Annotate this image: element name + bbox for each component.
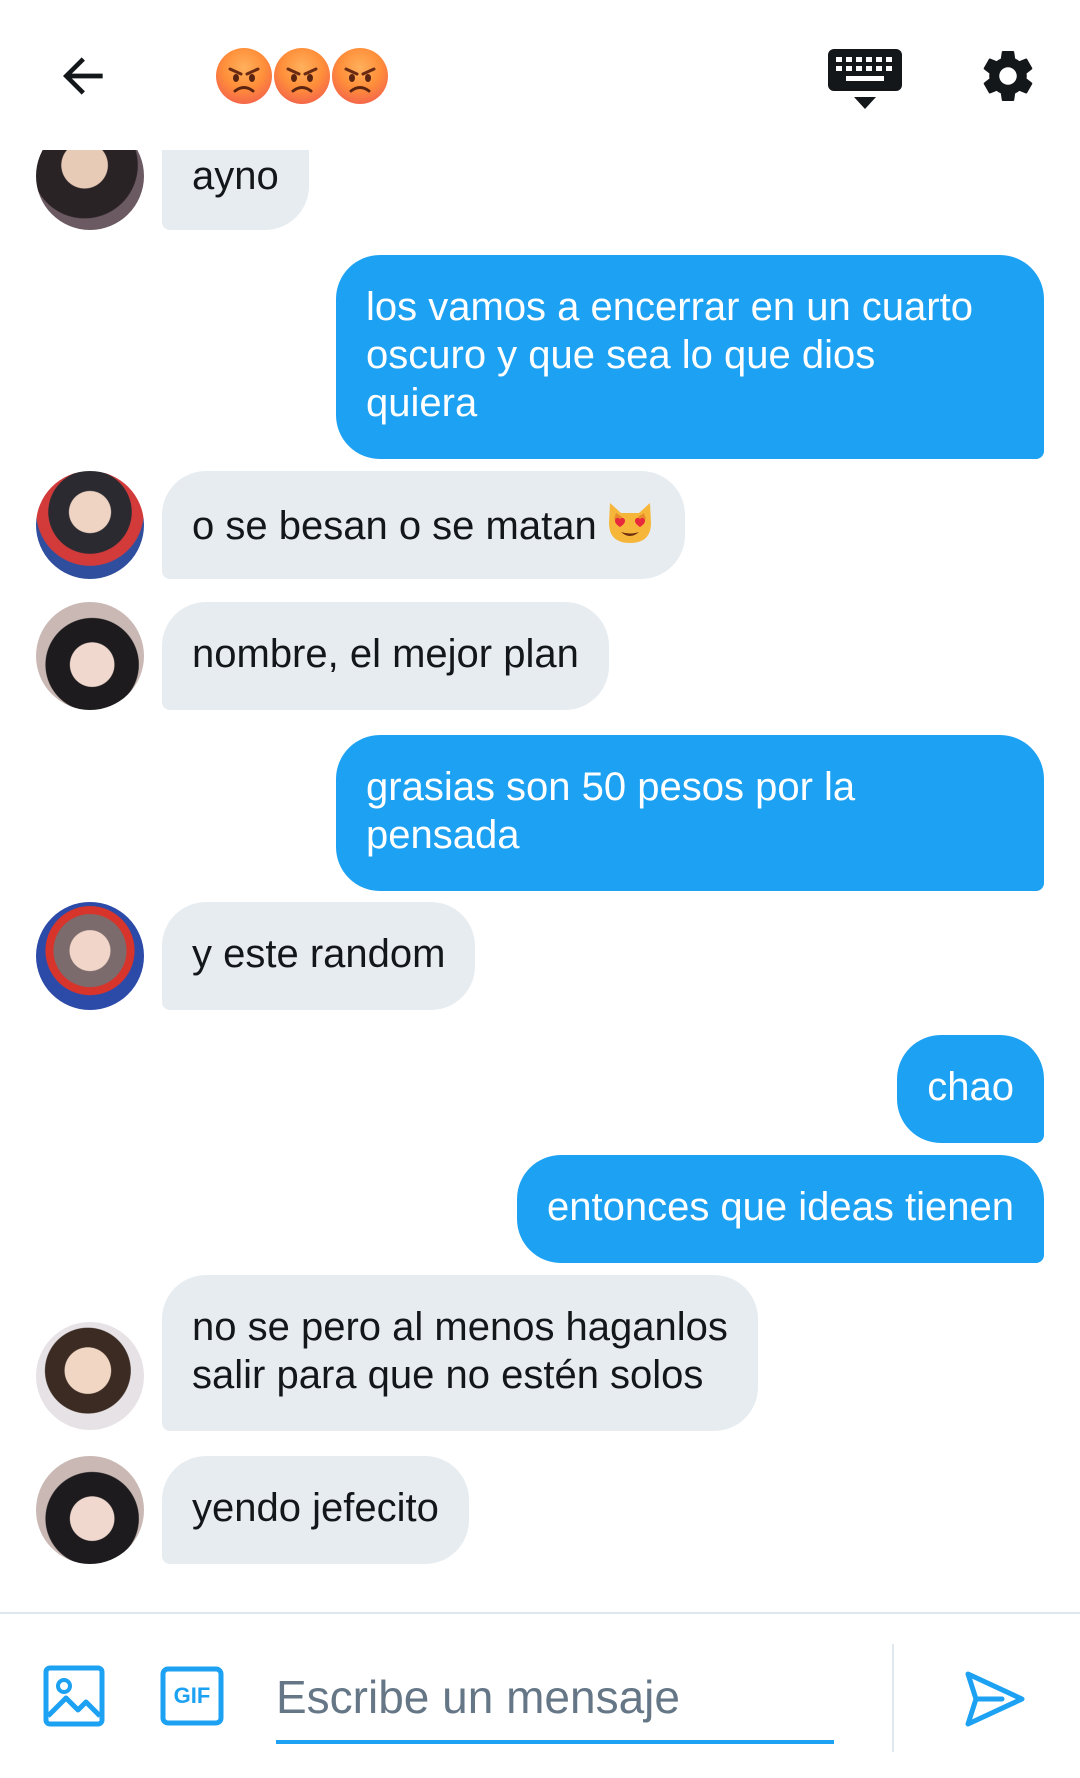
gif-label: GIF <box>173 1683 211 1708</box>
message-text: entonces que ideas tienen <box>546 1185 1014 1229</box>
avatar[interactable] <box>36 1456 144 1564</box>
message-input[interactable] <box>276 1654 834 1744</box>
message-text: nombre, el mejor plan <box>192 632 579 676</box>
avatar[interactable] <box>36 1322 144 1430</box>
image-icon <box>43 1665 105 1727</box>
message-text: grasias son 50 pesos por la <box>366 765 856 809</box>
divider <box>892 1644 894 1752</box>
message-text: yendo jefecito <box>192 1486 439 1530</box>
keyboard-toggle-button[interactable] <box>826 44 904 114</box>
gif-button[interactable]: GIF <box>160 1666 224 1726</box>
arrow-left-icon <box>63 57 103 95</box>
message-text: chao <box>927 1065 1014 1109</box>
message-bubble-incoming[interactable]: nombre, el mejor plan <box>162 602 609 710</box>
angry-face-icon <box>274 48 330 104</box>
message-bubble-incoming[interactable]: no se pero al menos haganlos salir para … <box>162 1275 758 1431</box>
back-button[interactable] <box>48 40 120 112</box>
avatar[interactable] <box>36 902 144 1010</box>
send-icon <box>965 1671 1025 1727</box>
chat-header <box>0 0 1080 150</box>
message-text: quiera <box>366 381 478 425</box>
message-list[interactable]: ayno los vamos a encerrar en un cuarto o… <box>0 0 1080 1612</box>
message-bubble-outgoing[interactable]: entonces que ideas tienen <box>516 1155 1044 1263</box>
message-bubble-outgoing[interactable]: chao <box>897 1035 1044 1143</box>
heart-eyes-cat-icon <box>608 503 651 543</box>
message-composer: GIF <box>0 1612 1080 1778</box>
keyboard-icon <box>828 49 902 109</box>
message-bubble-outgoing[interactable]: grasias son 50 pesos por la pensada <box>336 735 1044 891</box>
angry-face-icon <box>216 48 272 104</box>
message-bubble-incoming[interactable]: o se besan o se matan <box>162 471 685 579</box>
avatar[interactable] <box>36 471 144 579</box>
message-bubble-outgoing[interactable]: los vamos a encerrar en un cuarto oscuro… <box>336 255 1044 459</box>
settings-button[interactable] <box>974 42 1042 110</box>
message-text: ayno <box>192 154 279 198</box>
message-text: pensada <box>366 813 520 857</box>
gear-icon <box>983 50 1033 101</box>
message-bubble-incoming[interactable]: yendo jefecito <box>162 1456 469 1564</box>
avatar[interactable] <box>36 602 144 710</box>
message-text: o se besan o se matan <box>192 499 655 550</box>
message-text: no se pero al menos haganlos <box>192 1305 728 1349</box>
message-text: salir para que no estén solos <box>192 1353 704 1397</box>
add-media-button[interactable] <box>42 1664 106 1728</box>
message-text: oscuro y que sea lo que dios <box>366 333 876 377</box>
angry-face-icon <box>332 48 388 104</box>
message-text: los vamos a encerrar en un cuarto <box>366 285 973 329</box>
send-button[interactable] <box>962 1666 1028 1732</box>
message-bubble-incoming[interactable]: y este random <box>162 902 476 1010</box>
conversation-title[interactable] <box>216 48 388 104</box>
message-text: y este random <box>192 932 446 976</box>
